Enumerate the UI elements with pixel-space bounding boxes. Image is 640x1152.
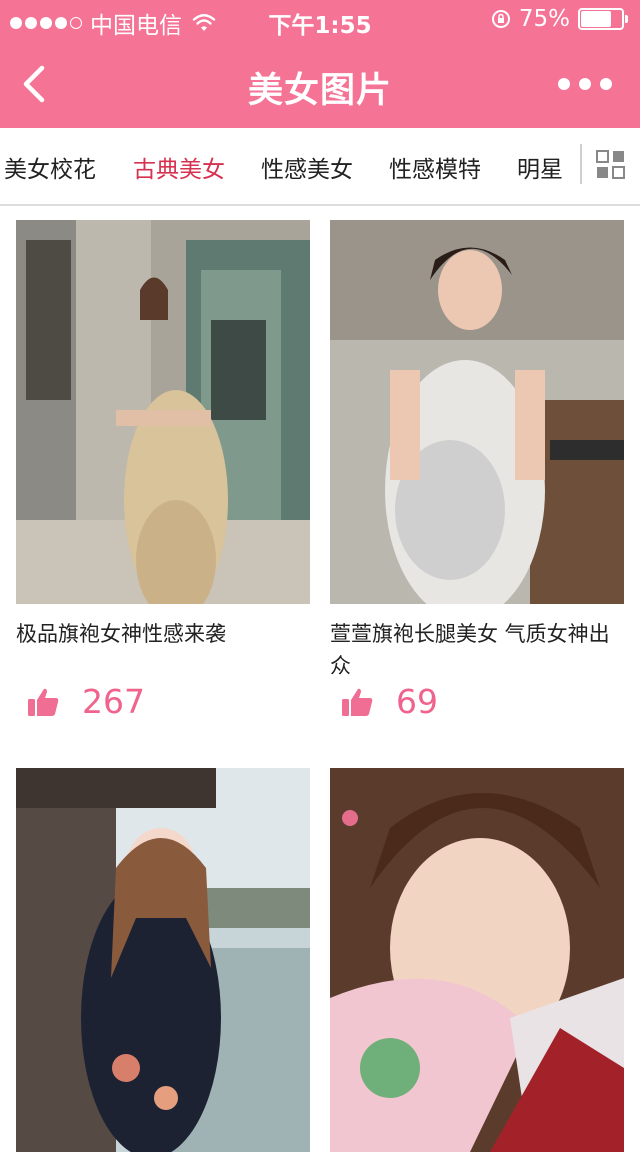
card-photo[interactable] (16, 768, 310, 1152)
thumbs-up-icon[interactable] (26, 686, 60, 718)
rotation-lock-icon (491, 10, 510, 28)
like-count[interactable]: 267 (26, 682, 145, 721)
like-count[interactable]: 69 (340, 682, 438, 721)
tab-sexy-model[interactable]: 性感模特 (389, 150, 481, 184)
category-tabs: 美女校花 古典美女 性感美女 性感模特 明星 (0, 128, 640, 206)
tab-sexy-beauty[interactable]: 性感美女 (261, 150, 353, 184)
status-bar: 中国电信 下午1:55 75% (0, 0, 640, 40)
battery-percent: 75% (518, 6, 570, 32)
nav-bar: 美女图片 (0, 40, 640, 128)
battery-icon (578, 8, 630, 30)
card-photo[interactable] (330, 768, 624, 1152)
thumbs-up-icon[interactable] (340, 686, 374, 718)
tab-star[interactable]: 明星 (517, 150, 563, 184)
like-number: 69 (396, 682, 438, 721)
tab-beauty-campus[interactable]: 美女校花 (4, 150, 96, 184)
tab-divider (580, 144, 582, 184)
tab-classic-beauty[interactable]: 古典美女 (133, 150, 225, 184)
card-caption: 萱萱旗袍长腿美女 气质女神出众 (330, 622, 610, 678)
card-photo[interactable] (330, 220, 624, 604)
card-photo[interactable] (16, 220, 310, 604)
card-caption: 极品旗袍女神性感来袭 (16, 622, 226, 646)
page-title: 美女图片 (247, 71, 392, 111)
grid-view-icon[interactable] (596, 150, 626, 180)
like-number: 267 (82, 682, 145, 721)
more-dots-icon[interactable] (558, 78, 612, 90)
